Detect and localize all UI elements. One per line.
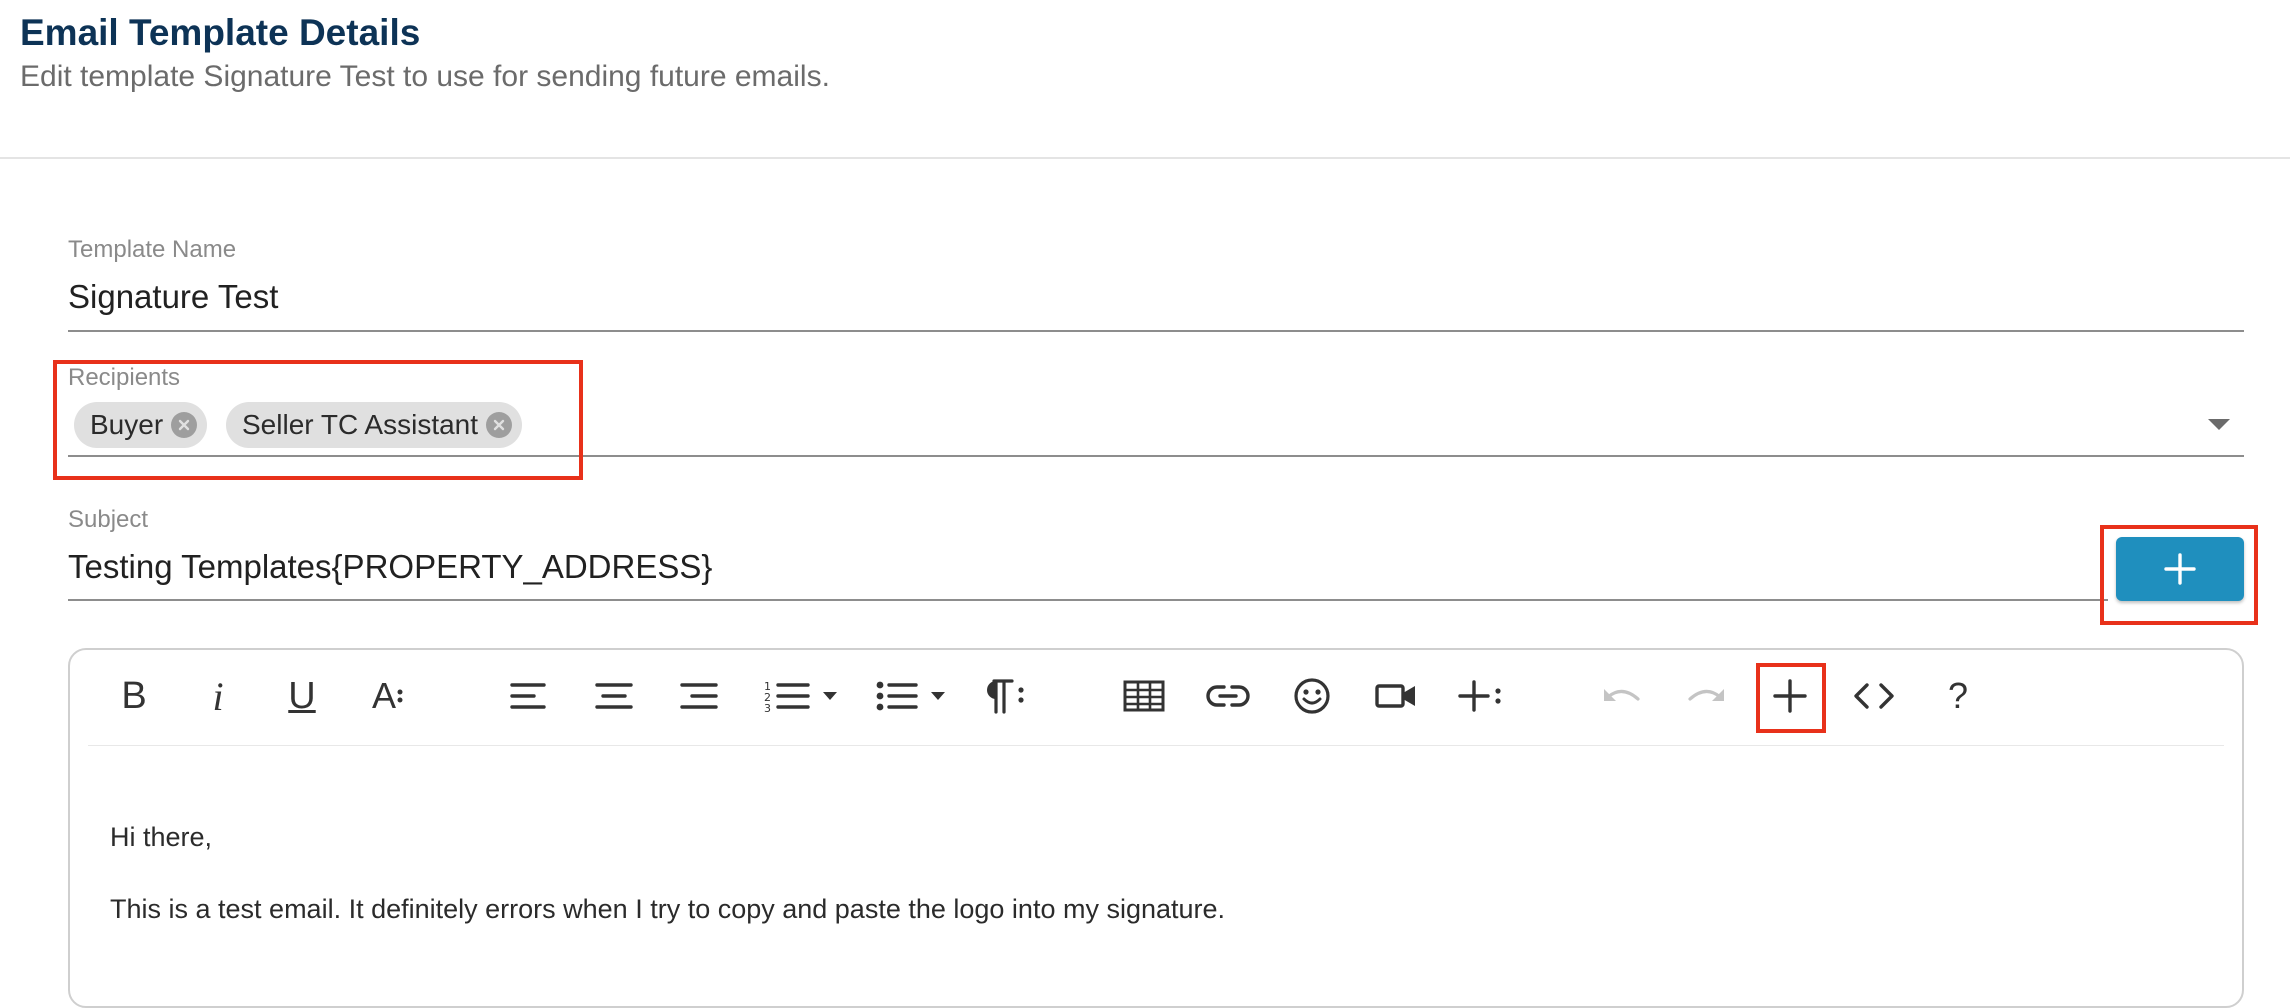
table-icon [1123, 680, 1165, 712]
insert-field-highlight-box [1756, 663, 1826, 733]
editor-body-line[interactable]: This is a test email. It definitely erro… [110, 894, 1225, 925]
insert-emoji-button[interactable] [1284, 668, 1340, 724]
emoji-icon [1294, 678, 1330, 714]
ordered-list-icon: 1 2 3 [764, 680, 810, 713]
chevron-down-icon [931, 692, 945, 700]
italic-button[interactable]: i [190, 668, 246, 724]
align-right-icon [680, 683, 718, 709]
subject-underline [68, 599, 2108, 601]
more-options-icon [397, 689, 403, 703]
svg-text:3: 3 [764, 702, 771, 713]
ordered-list-button[interactable]: 1 2 3 [756, 668, 846, 724]
redo-button[interactable] [1678, 668, 1734, 724]
insert-link-button[interactable] [1200, 668, 1256, 724]
recipients-highlight-box [53, 360, 583, 480]
font-size-button[interactable]: A [360, 668, 416, 724]
paragraph-format-button[interactable] [976, 668, 1032, 724]
code-view-icon [1854, 683, 1894, 709]
insert-more-icon [1458, 680, 1501, 712]
page-subtitle: Edit template Signature Test to use for … [20, 60, 830, 93]
editor-body-line[interactable]: Hi there, [110, 822, 212, 853]
template-name-underline [68, 330, 2244, 332]
insert-table-button[interactable] [1116, 668, 1172, 724]
toolbar-divider [88, 745, 2224, 746]
redo-icon [1688, 689, 1724, 701]
template-name-label: Template Name [68, 236, 237, 263]
help-icon: ? [1947, 675, 1969, 716]
bold-button[interactable]: B [106, 668, 162, 724]
align-center-icon [595, 683, 633, 709]
unordered-list-button[interactable] [866, 668, 956, 724]
link-icon [1206, 685, 1250, 707]
align-right-button[interactable] [670, 668, 726, 724]
add-button-highlight-box [2100, 525, 2258, 625]
subject-input[interactable]: Testing Templates{PROPERTY_ADDRESS} [68, 548, 712, 586]
page-title: Email Template Details [20, 12, 421, 53]
header-divider [0, 157, 2290, 159]
help-button[interactable]: ? [1930, 668, 1986, 724]
template-name-input[interactable]: Signature Test [68, 278, 278, 316]
insert-more-button[interactable] [1452, 668, 1508, 724]
align-left-icon [510, 683, 546, 709]
recipients-dropdown-arrow-icon[interactable] [2208, 419, 2230, 430]
insert-video-button[interactable] [1368, 668, 1424, 724]
paragraph-format-icon [987, 679, 1024, 714]
italic-icon: i [212, 673, 224, 719]
underline-button[interactable]: U [274, 668, 330, 724]
video-icon [1375, 684, 1415, 708]
font-size-icon: A [371, 675, 396, 716]
code-view-button[interactable] [1846, 668, 1902, 724]
align-left-button[interactable] [502, 668, 558, 724]
undo-button[interactable] [1594, 668, 1650, 724]
align-center-button[interactable] [586, 668, 642, 724]
bold-icon: B [121, 674, 147, 717]
underline-icon: U [288, 674, 316, 717]
undo-icon [1604, 689, 1640, 701]
chevron-down-icon [823, 692, 837, 700]
subject-label: Subject [68, 506, 149, 533]
unordered-list-icon [876, 681, 918, 711]
